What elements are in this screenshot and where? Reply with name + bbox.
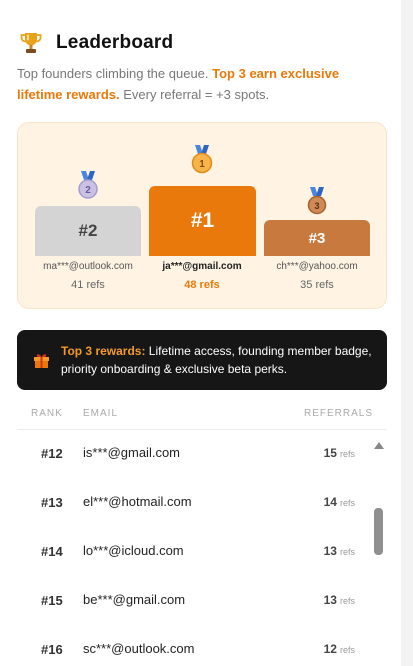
svg-text:3: 3: [314, 201, 319, 211]
gold-medal-icon: 1: [190, 145, 214, 175]
row-rank: #16: [41, 642, 63, 657]
page-title: Leaderboard: [56, 32, 174, 53]
table-header: RANK EMAIL REFERRALS: [17, 400, 387, 430]
trophy-icon: [20, 31, 42, 55]
table-row: #14 lo***@icloud.com 13 refs: [17, 528, 370, 577]
gift-icon: [33, 352, 50, 369]
leaderboard-list[interactable]: #12 is***@gmail.com 15 refs #13 el***@hot…: [17, 430, 370, 666]
row-email: be***@gmail.com: [83, 592, 186, 607]
table-row: #13 el***@hotmail.com 14 refs: [17, 479, 370, 528]
header: Leaderboard: [20, 30, 173, 56]
row-refs-unit: refs: [339, 645, 355, 655]
column-rank: RANK: [31, 408, 63, 419]
podium-email-3: ch***@yahoo.com: [276, 261, 358, 272]
table-row: #16 sc***@outlook.com 12 refs: [17, 626, 370, 666]
rewards-label: Top 3 rewards:: [61, 344, 146, 358]
podium-refs-2: 41 refs: [71, 279, 105, 291]
row-refs: 15 refs: [324, 446, 355, 460]
column-email: EMAIL: [83, 408, 119, 419]
leaderboard-card: Leaderboard Top founders climbing the qu…: [0, 0, 401, 666]
bronze-medal-icon: 3: [305, 187, 329, 217]
row-refs: 13 refs: [324, 593, 355, 607]
scroll-up-arrow-icon[interactable]: [374, 442, 384, 449]
podium-refs-1: 48 refs: [184, 279, 220, 291]
podium-refs-3: 35 refs: [300, 279, 334, 291]
podium: 2 1 3 #2 #1 #3 ma***@outlook.com ja***@g…: [17, 122, 387, 309]
row-refs-unit: refs: [339, 449, 355, 459]
subtitle: Top founders climbing the queue. Top 3 e…: [17, 63, 377, 105]
row-email: is***@gmail.com: [83, 445, 180, 460]
row-refs: 13 refs: [324, 544, 355, 558]
row-rank: #13: [41, 495, 63, 510]
row-email: lo***@icloud.com: [83, 543, 184, 558]
scrollbar[interactable]: [370, 430, 387, 666]
row-refs: 14 refs: [324, 495, 355, 509]
podium-email-1: ja***@gmail.com: [162, 261, 242, 272]
row-refs-count: 13: [323, 544, 337, 558]
podium-block-1: #1: [149, 186, 256, 256]
subtitle-tail: Every referral = +3 spots.: [119, 87, 270, 102]
subtitle-text: Top founders climbing the queue.: [17, 66, 213, 81]
podium-email-2: ma***@outlook.com: [43, 261, 133, 272]
svg-text:2: 2: [85, 185, 91, 196]
row-rank: #15: [41, 593, 63, 608]
row-refs-unit: refs: [339, 547, 355, 557]
row-refs-unit: refs: [339, 498, 355, 508]
rewards-banner: Top 3 rewards: Lifetime access, founding…: [17, 330, 387, 390]
rewards-text: Top 3 rewards: Lifetime access, founding…: [61, 342, 373, 378]
row-refs-count: 12: [323, 642, 337, 656]
row-email: sc***@outlook.com: [83, 641, 195, 656]
row-refs-count: 13: [323, 593, 337, 607]
svg-text:1: 1: [199, 159, 205, 170]
table-row: #12 is***@gmail.com 15 refs: [17, 430, 370, 479]
silver-medal-icon: 2: [76, 171, 100, 201]
podium-block-3: #3: [264, 220, 370, 256]
row-refs-count: 15: [323, 446, 337, 460]
row-email: el***@hotmail.com: [83, 494, 192, 509]
row-refs-unit: refs: [339, 596, 355, 606]
scrollbar-thumb[interactable]: [374, 508, 383, 555]
row-refs: 12 refs: [324, 642, 355, 656]
row-rank: #14: [41, 544, 63, 559]
table-row: #15 be***@gmail.com 13 refs: [17, 577, 370, 626]
podium-block-2: #2: [35, 206, 141, 256]
row-rank: #12: [41, 446, 63, 461]
column-referrals: REFERRALS: [303, 408, 373, 419]
row-refs-count: 14: [323, 495, 337, 509]
